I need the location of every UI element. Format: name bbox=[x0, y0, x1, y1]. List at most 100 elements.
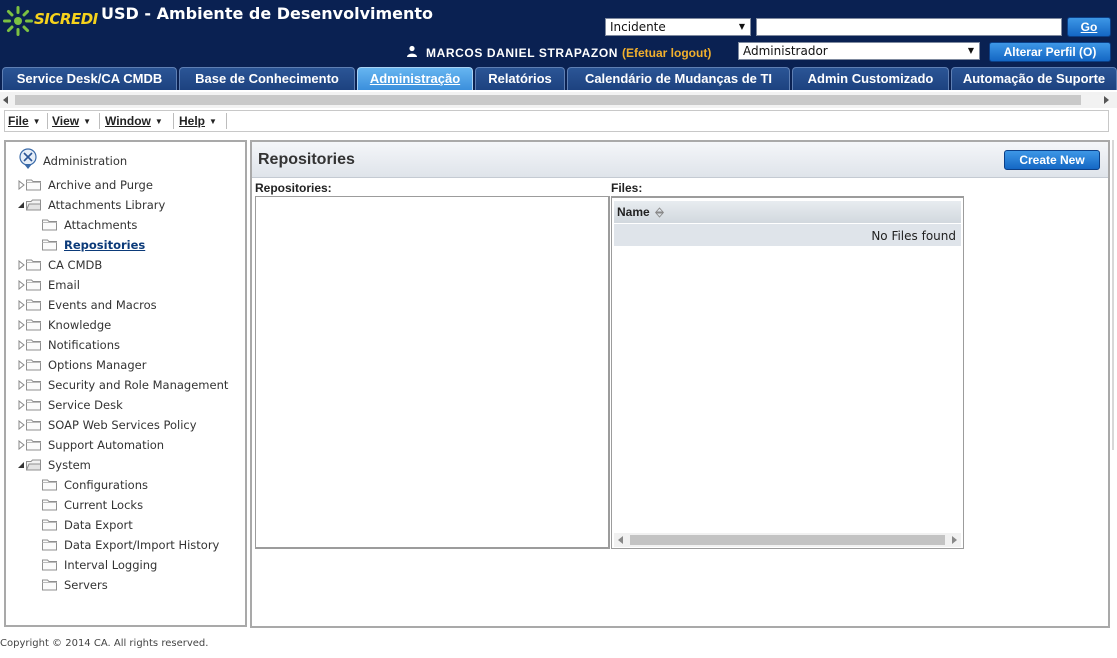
menu-view[interactable]: View ▼ bbox=[52, 114, 91, 128]
tab-support-automation[interactable]: Automação de Suporte bbox=[951, 67, 1117, 90]
folder-icon bbox=[26, 279, 41, 291]
tree-collapsed-icon[interactable] bbox=[17, 380, 25, 390]
folder-icon bbox=[42, 559, 57, 571]
tree-collapsed-icon[interactable] bbox=[17, 260, 25, 270]
search-input[interactable] bbox=[756, 18, 1062, 36]
tree-item-label: Attachments bbox=[64, 218, 138, 232]
dropdown-arrow-icon: ▼ bbox=[738, 22, 745, 31]
caret-down-icon: ▼ bbox=[32, 117, 41, 126]
folder-icon bbox=[42, 479, 57, 491]
files-grid-header: Name bbox=[614, 201, 961, 223]
admin-tree: Administration Archive and Purge Attachme… bbox=[4, 140, 247, 627]
logout-link[interactable]: (Efetuar logout) bbox=[622, 46, 711, 60]
scrollbar-thumb[interactable] bbox=[630, 535, 945, 545]
tree-item-label: System bbox=[48, 458, 91, 472]
files-empty-row: No Files found bbox=[614, 224, 961, 246]
menu-help[interactable]: Help ▼ bbox=[179, 114, 217, 128]
app-header: SICREDI USD - Ambiente de Desenvolviment… bbox=[0, 0, 1117, 66]
repositories-panel: Repositories Create New Repositories: Fi… bbox=[250, 140, 1110, 628]
tab-service-desk[interactable]: Service Desk/CA CMDB bbox=[2, 67, 177, 90]
folder-icon bbox=[26, 179, 41, 191]
tree-item-label: Events and Macros bbox=[48, 298, 157, 312]
tabs-scrollbar[interactable] bbox=[0, 92, 1117, 108]
repositories-list[interactable] bbox=[255, 196, 610, 549]
tree-item-label: Attachments Library bbox=[48, 198, 166, 212]
panel-header: Repositories Create New bbox=[252, 142, 1108, 178]
tab-custom-admin[interactable]: Admin Customizado bbox=[792, 67, 949, 90]
menu-file-label: File bbox=[8, 114, 29, 128]
tree-collapsed-icon[interactable] bbox=[17, 280, 25, 290]
tree-item-label: Support Automation bbox=[48, 438, 165, 452]
tree-collapsed-icon[interactable] bbox=[17, 420, 25, 430]
scrollbar-thumb[interactable] bbox=[15, 95, 1081, 105]
tab-reports[interactable]: Relatórios bbox=[475, 67, 565, 90]
tree-item-label: Archive and Purge bbox=[48, 178, 153, 192]
tree-item-label: Service Desk bbox=[48, 398, 123, 412]
tree-item-label: Configurations bbox=[64, 478, 148, 492]
tree-item-label: Options Manager bbox=[48, 358, 147, 372]
role-select[interactable]: Administrador ▼ bbox=[738, 42, 980, 60]
menu-bar: File ▼ View ▼ Window ▼ Help ▼ bbox=[4, 110, 1109, 132]
tree-item-label: Data Export bbox=[64, 518, 133, 532]
create-new-label: Create New bbox=[1019, 153, 1085, 167]
tree-collapsed-icon[interactable] bbox=[17, 340, 25, 350]
folder-icon bbox=[26, 379, 41, 391]
tree-collapsed-icon[interactable] bbox=[17, 400, 25, 410]
tree-collapsed-icon[interactable] bbox=[17, 180, 25, 190]
menu-separator bbox=[99, 113, 100, 129]
tree-collapsed-icon[interactable] bbox=[17, 440, 25, 450]
tab-change-calendar[interactable]: Calendário de Mudanças de TI bbox=[567, 67, 790, 90]
folder-icon bbox=[26, 339, 41, 351]
tree-item-label: Data Export/Import History bbox=[64, 538, 220, 552]
menu-view-label: View bbox=[52, 114, 80, 128]
folder-open-icon bbox=[25, 199, 41, 211]
scroll-right-icon[interactable] bbox=[952, 536, 957, 544]
folder-icon bbox=[26, 359, 41, 371]
go-button[interactable]: Go bbox=[1067, 17, 1111, 37]
create-new-button[interactable]: Create New bbox=[1004, 150, 1100, 170]
administration-icon bbox=[19, 148, 37, 169]
main-tabs: Service Desk/CA CMDB Base de Conheciment… bbox=[0, 66, 1117, 90]
tree-item-label: Email bbox=[48, 278, 80, 292]
logo-text: SICREDI bbox=[34, 10, 98, 28]
folder-open-icon bbox=[25, 459, 41, 471]
tab-administration[interactable]: Administração bbox=[357, 67, 473, 90]
menu-separator bbox=[47, 113, 48, 129]
scroll-left-icon[interactable] bbox=[3, 96, 8, 104]
tab-knowledge-base[interactable]: Base de Conhecimento bbox=[179, 67, 355, 90]
folder-icon bbox=[42, 539, 57, 551]
tree-collapsed-icon[interactable] bbox=[17, 300, 25, 310]
caret-down-icon: ▼ bbox=[83, 117, 92, 126]
folder-icon bbox=[42, 499, 57, 511]
tree-root-label: Administration bbox=[43, 154, 128, 168]
folder-icon bbox=[42, 579, 57, 591]
scroll-left-icon[interactable] bbox=[618, 536, 623, 544]
folder-icon bbox=[26, 439, 41, 451]
sort-icon[interactable] bbox=[655, 207, 665, 218]
column-header-name[interactable]: Name bbox=[617, 205, 665, 219]
folder-icon bbox=[42, 239, 57, 251]
change-profile-button[interactable]: Alterar Perfil (O) bbox=[989, 42, 1111, 62]
files-label: Files: bbox=[611, 181, 643, 195]
user-icon bbox=[407, 45, 417, 57]
tree-expanded-icon[interactable] bbox=[17, 200, 25, 210]
tree-expanded-icon[interactable] bbox=[17, 460, 25, 470]
tree-item-label: CA CMDB bbox=[48, 258, 103, 272]
tree-item-label: Knowledge bbox=[48, 318, 112, 332]
folder-icon bbox=[26, 399, 41, 411]
folder-icon bbox=[26, 259, 41, 271]
tree-collapsed-icon[interactable] bbox=[17, 360, 25, 370]
files-scrollbar[interactable] bbox=[614, 533, 961, 547]
repositories-label: Repositories: bbox=[255, 181, 332, 195]
page-title: Repositories bbox=[258, 151, 355, 168]
tree-item-label: SOAP Web Services Policy bbox=[48, 418, 197, 432]
folder-icon bbox=[42, 219, 57, 231]
files-grid: Name No Files found bbox=[611, 196, 964, 549]
menu-file[interactable]: File ▼ bbox=[8, 114, 41, 128]
search-type-select[interactable]: Incidente ▼ bbox=[605, 18, 751, 36]
column-name-label: Name bbox=[617, 205, 650, 219]
scroll-right-icon[interactable] bbox=[1104, 96, 1109, 104]
page-scrollbar[interactable] bbox=[1112, 140, 1114, 450]
menu-window[interactable]: Window ▼ bbox=[105, 114, 163, 128]
tree-collapsed-icon[interactable] bbox=[17, 320, 25, 330]
